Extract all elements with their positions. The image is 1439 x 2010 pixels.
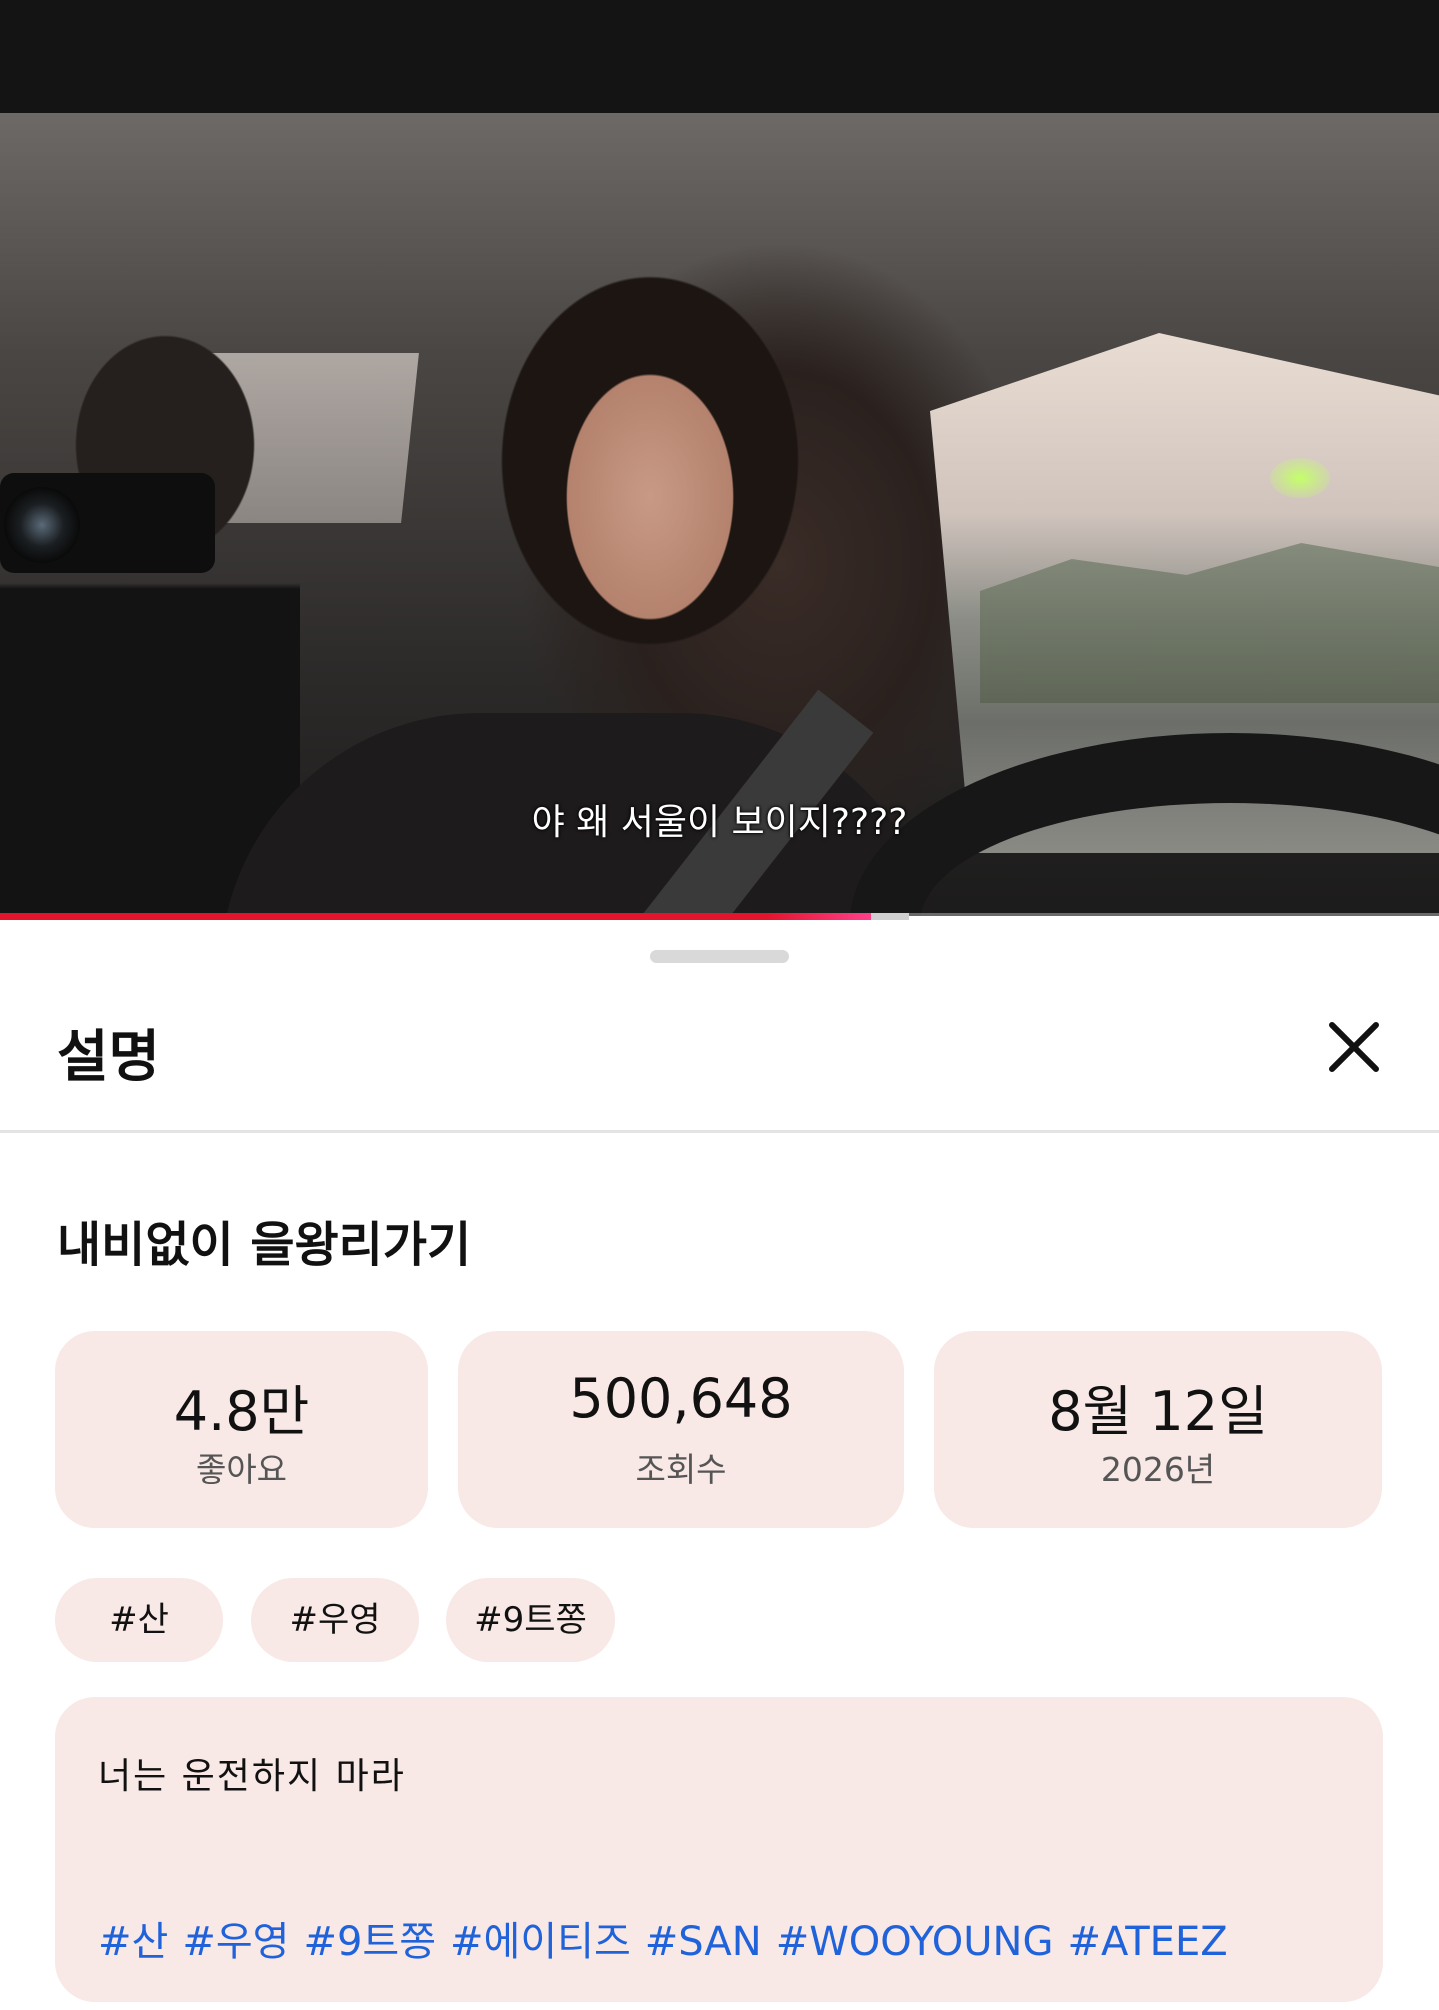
views-value: 500,648 — [569, 1367, 793, 1430]
video-subtitle: 야 왜 서울이 보이지???? — [531, 802, 908, 843]
hashtag-chip-san[interactable]: #산 — [55, 1578, 223, 1662]
date-stat: 8월 12일 2026년 — [934, 1331, 1382, 1528]
description-hashtags: #산 #우영 #9트쫑 #에이티즈 #SAN #WOOYOUNG #ATEEZ — [98, 1909, 1242, 1967]
description-text: 너는 운전하지 마라 — [98, 1756, 406, 1797]
likes-label: 좋아요 — [195, 1450, 288, 1489]
hashtag-link[interactable]: #에이티즈 — [450, 1919, 631, 1965]
date-value: 8월 12일 — [1048, 1380, 1268, 1443]
hashtag-link[interactable]: #ATEEZ — [1067, 1919, 1227, 1965]
close-icon — [1329, 1022, 1379, 1072]
hashtag-chip-9tjjong[interactable]: #9트쫑 — [446, 1578, 615, 1662]
divider — [0, 1130, 1439, 1133]
progress-fill — [0, 913, 871, 920]
likes-stat: 4.8만 좋아요 — [55, 1331, 428, 1528]
hashtag-link[interactable]: #WOOYOUNG — [776, 1919, 1054, 1965]
video-title: 내비없이 을왕리가기 — [57, 1217, 472, 1273]
hashtag-link[interactable]: #우영 — [182, 1919, 289, 1965]
views-stat: 500,648 조회수 — [458, 1331, 904, 1528]
camcorder — [0, 473, 215, 573]
progress-bar[interactable] — [0, 913, 1439, 920]
hashtag-chip-wooyoung[interactable]: #우영 — [251, 1578, 419, 1662]
description-box: 너는 운전하지 마라 #산 #우영 #9트쫑 #에이티즈 #SAN #WOOYOUNG #A… — [55, 1697, 1383, 2002]
lens-flare — [1270, 458, 1330, 498]
hashtag-link[interactable]: #SAN — [645, 1919, 762, 1965]
sheet-title: 설명 — [57, 1025, 161, 1090]
hashtag-link[interactable]: #9트쫑 — [303, 1919, 436, 1965]
close-button[interactable] — [1322, 1015, 1386, 1079]
video-player[interactable]: 야 왜 서울이 보이지???? — [0, 113, 1439, 916]
status-bar — [0, 0, 1439, 113]
hashtag-link[interactable]: #산 — [98, 1919, 168, 1965]
likes-value: 4.8만 — [173, 1380, 310, 1443]
date-year: 2026년 — [1100, 1450, 1216, 1489]
views-label: 조회수 — [635, 1450, 727, 1489]
driver — [430, 263, 870, 783]
drag-handle[interactable] — [650, 950, 789, 963]
